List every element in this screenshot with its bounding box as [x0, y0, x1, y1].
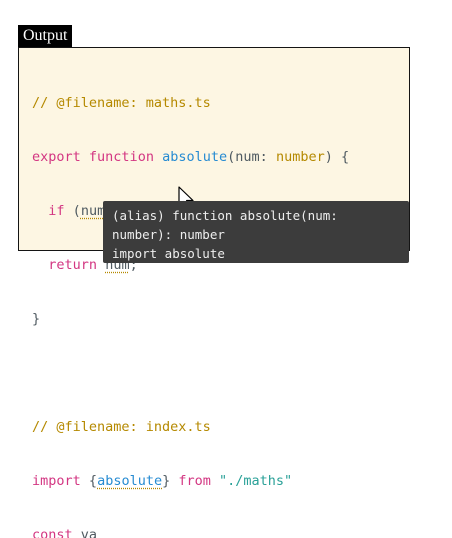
punctuation: { — [88, 473, 98, 489]
keyword: function — [88, 149, 154, 165]
function-name[interactable]: absolute — [162, 149, 227, 165]
keyword: from — [178, 473, 211, 489]
tooltip-line: number): number — [112, 227, 225, 242]
keyword: if — [48, 203, 65, 219]
code-line-8: import {absolute} from "./maths" — [32, 472, 349, 490]
punctuation: ) { — [324, 149, 350, 165]
keyword: const — [32, 527, 73, 538]
punctuation: } — [32, 311, 41, 327]
parameter[interactable]: num — [235, 149, 259, 165]
type-name[interactable]: number — [276, 149, 325, 165]
code-line-9: const va — [32, 526, 349, 538]
code-comment: // @filename: index.ts — [32, 419, 211, 435]
keyword: export — [32, 149, 81, 165]
hovered-identifier[interactable]: absolute — [97, 473, 162, 489]
tooltip-line: import absolute — [112, 246, 225, 261]
code-line-7: // @filename: index.ts — [32, 418, 349, 436]
code-comment: // @filename: maths.ts — [32, 95, 211, 111]
string-literal: "./maths" — [219, 473, 293, 489]
punctuation: ( — [72, 203, 81, 219]
code-line-2: export function absolute(num: number) { — [32, 148, 349, 166]
output-label: Output — [18, 25, 73, 47]
tooltip-line: (alias) function absolute(num: — [112, 208, 338, 223]
punctuation: : — [259, 149, 268, 165]
identifier[interactable]: num — [81, 203, 105, 219]
code-block: // @filename: maths.ts export function a… — [32, 58, 349, 538]
code-line-5: } — [32, 310, 349, 328]
code-line-1: // @filename: maths.ts — [32, 94, 349, 112]
punctuation: } — [162, 473, 171, 489]
identifier[interactable]: va — [81, 527, 97, 538]
keyword: import — [32, 473, 81, 489]
hover-tooltip: (alias) function absolute(num: number): n… — [103, 201, 409, 263]
keyword: return — [48, 257, 98, 273]
